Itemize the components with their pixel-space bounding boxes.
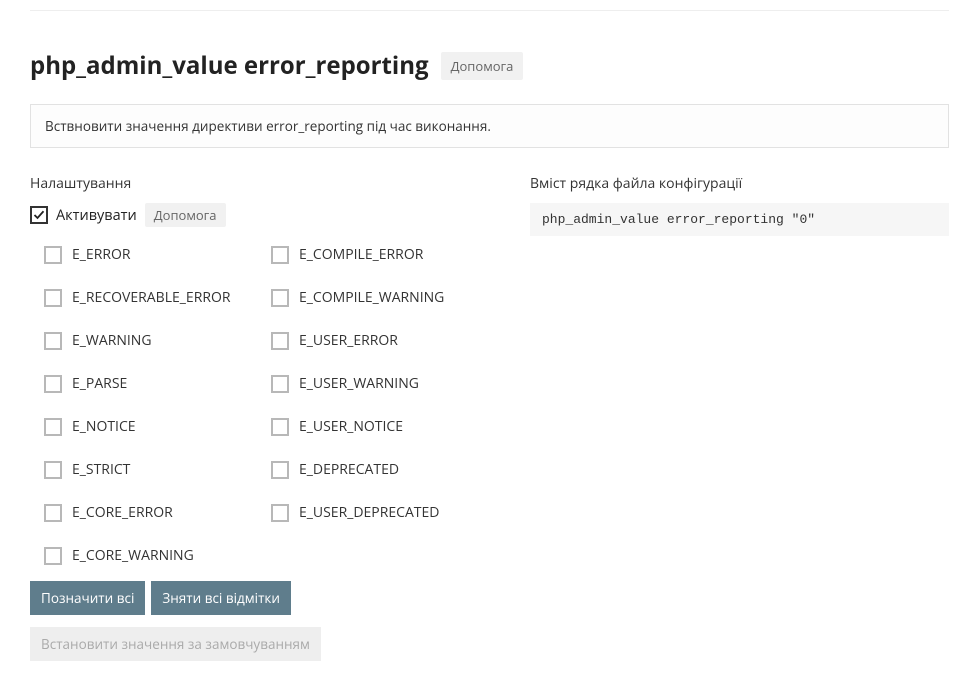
option-e_error: E_ERROR [44,245,263,264]
option-e_notice: E_NOTICE [44,417,263,436]
option-checkbox[interactable] [271,418,289,436]
option-checkbox[interactable] [271,504,289,522]
option-checkbox[interactable] [44,246,62,264]
option-e_core_warning: E_CORE_WARNING [44,546,263,565]
page-title: php_admin_value error_reporting [30,49,429,82]
option-e_deprecated: E_DEPRECATED [271,460,490,479]
option-checkbox[interactable] [44,289,62,307]
option-label: E_WARNING [72,331,152,350]
option-label: E_USER_WARNING [299,374,419,393]
option-e_parse: E_PARSE [44,374,263,393]
option-label: E_DEPRECATED [299,460,399,479]
option-e_core_error: E_CORE_ERROR [44,503,263,522]
option-checkbox[interactable] [271,461,289,479]
option-checkbox[interactable] [44,461,62,479]
select-all-button[interactable]: Позначити всі [30,581,145,615]
option-checkbox[interactable] [271,289,289,307]
option-checkbox[interactable] [44,332,62,350]
option-e_user_deprecated: E_USER_DEPRECATED [271,503,490,522]
activate-row: Активувати Допомога [30,203,490,227]
settings-label: Налаштування [30,174,490,193]
option-checkbox[interactable] [271,375,289,393]
activate-help-button[interactable]: Допомога [145,203,226,227]
option-label: E_NOTICE [72,417,136,436]
option-label: E_CORE_ERROR [72,503,173,522]
bulk-button-row: Позначити всі Зняти всі відмітки [30,581,490,615]
option-label: E_STRICT [72,460,130,479]
check-icon [33,209,45,221]
option-checkbox[interactable] [271,246,289,264]
config-line-value: php_admin_value error_reporting "0" [530,203,949,236]
option-e_strict: E_STRICT [44,460,263,479]
option-label: E_ERROR [72,245,131,264]
option-label: E_COMPILE_WARNING [299,288,444,307]
option-e_compile_warning: E_COMPILE_WARNING [271,288,490,307]
option-label: E_PARSE [72,374,127,393]
option-e_user_error: E_USER_ERROR [271,331,490,350]
deselect-all-button[interactable]: Зняти всі відмітки [151,581,291,615]
option-e_user_warning: E_USER_WARNING [271,374,490,393]
option-label: E_USER_NOTICE [299,417,403,436]
option-label: E_RECOVERABLE_ERROR [72,288,231,307]
option-checkbox[interactable] [44,375,62,393]
error-options-grid: E_ERROR E_COMPILE_ERROR E_RECOVERABLE_ERRO… [44,245,490,565]
option-checkbox[interactable] [271,332,289,350]
config-line-label: Вміст рядка файла конфігурації [530,174,949,193]
option-label: E_USER_DEPRECATED [299,503,439,522]
option-e_user_notice: E_USER_NOTICE [271,417,490,436]
option-e_compile_error: E_COMPILE_ERROR [271,245,490,264]
help-button[interactable]: Допомога [441,52,524,80]
option-label: E_CORE_WARNING [72,546,194,565]
option-checkbox[interactable] [44,418,62,436]
top-divider [30,10,949,11]
option-e_recoverable_error: E_RECOVERABLE_ERROR [44,288,263,307]
activate-label: Активувати [56,206,137,225]
option-e_warning: E_WARNING [44,331,263,350]
activate-checkbox[interactable] [30,206,48,224]
title-row: php_admin_value error_reporting Допомога [30,49,949,82]
option-label: E_USER_ERROR [299,331,398,350]
description-box: Вствновити значення директиви error_repo… [30,104,949,148]
option-label: E_COMPILE_ERROR [299,245,423,264]
reset-default-button[interactable]: Встановити значення за замовчуванням [30,627,321,661]
option-checkbox[interactable] [44,547,62,565]
option-checkbox[interactable] [44,504,62,522]
